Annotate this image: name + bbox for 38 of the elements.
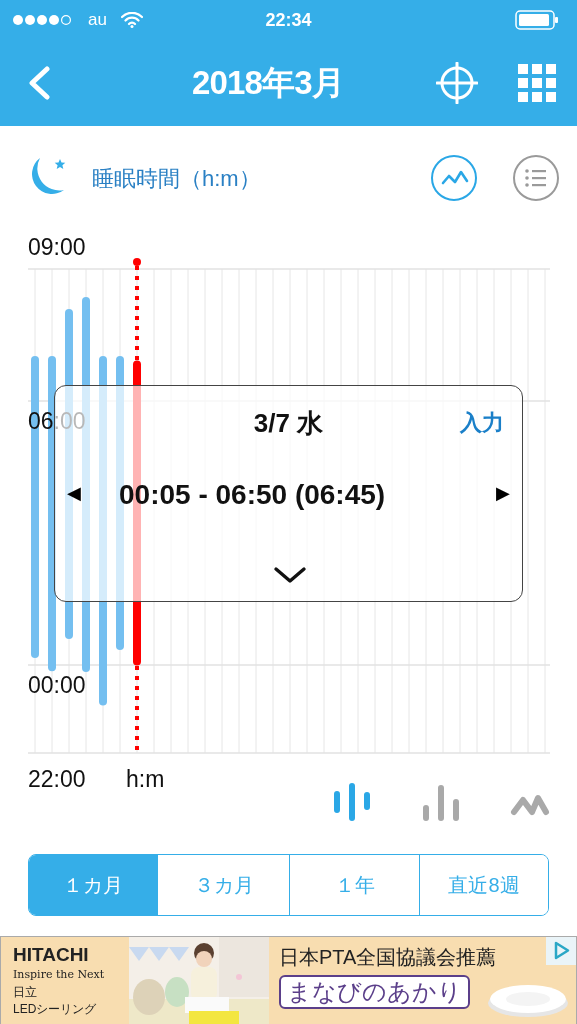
line-chart-icon[interactable] xyxy=(511,795,549,815)
list-view-button[interactable] xyxy=(512,154,560,202)
calendar-grid-button[interactable] xyxy=(517,63,557,103)
ad-brand: HITACHI xyxy=(13,945,90,964)
crosshair-icon xyxy=(436,62,478,104)
list-icon xyxy=(512,155,560,201)
ad-product-name: まなびのあかり xyxy=(279,975,470,1009)
ad-headline: 日本PTA全国協議会推薦 xyxy=(279,947,497,967)
locate-button[interactable] xyxy=(435,61,479,105)
bar-chart-icon[interactable] xyxy=(423,785,459,821)
input-link[interactable]: 入力 xyxy=(460,406,504,439)
section-title: 睡眠時間（h:m） xyxy=(92,164,261,193)
expand-chevron-icon[interactable] xyxy=(273,566,307,584)
range-chart-icon[interactable] xyxy=(334,783,370,821)
next-day-button[interactable]: ▶ xyxy=(496,480,510,507)
carrier-name: au xyxy=(88,9,107,32)
clock-time: 22:34 xyxy=(265,8,312,32)
ad-product-line: LEDシーリング xyxy=(13,1000,98,1018)
period-tab[interactable]: １カ月 xyxy=(29,855,157,915)
back-icon xyxy=(27,66,51,100)
ad-product-line: 日立 xyxy=(13,983,38,1001)
previous-day-button[interactable]: ◀ xyxy=(67,480,81,507)
ad-choices-icon[interactable] xyxy=(546,937,576,965)
y-axis-label: 09:00 xyxy=(28,234,86,260)
ad-tagline: Inspire the Next xyxy=(13,967,106,983)
line-chart-icon xyxy=(430,155,478,201)
y-axis-label: 00:00 xyxy=(28,672,86,698)
sleep-range-text: 00:05 - 06:50 (06:45) xyxy=(119,478,386,512)
ad-banner[interactable]: HITACHI Inspire the Next 日立 LEDシーリング 日本PTA全国協議会推薦 まなびのあかり xyxy=(0,936,577,1024)
wifi-icon xyxy=(120,12,143,28)
chart-view-button[interactable] xyxy=(430,154,478,202)
unit-label: h:m xyxy=(126,766,165,792)
y-axis-label: 22:00 xyxy=(28,766,86,792)
month-title: 2018年3月 xyxy=(192,63,344,104)
popup-date: 3/7 水 xyxy=(253,407,324,440)
period-tab[interactable]: 直近8週 xyxy=(419,855,548,915)
battery-icon xyxy=(515,10,559,30)
grid-icon xyxy=(518,64,556,102)
